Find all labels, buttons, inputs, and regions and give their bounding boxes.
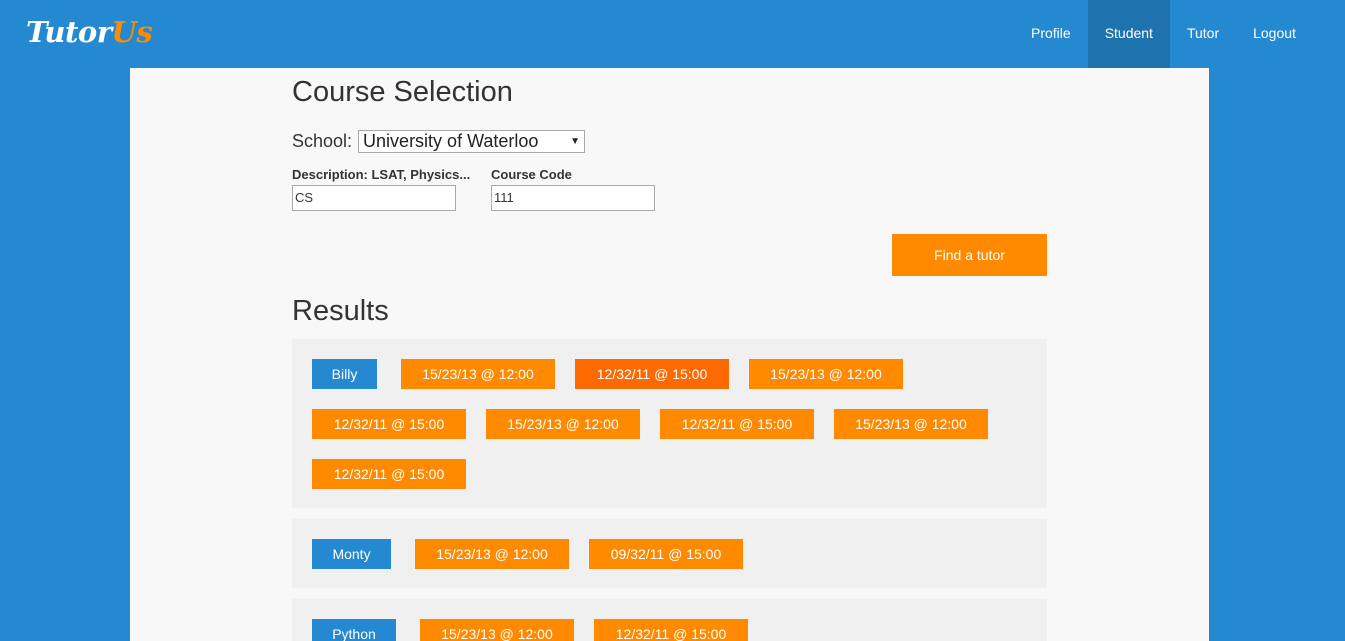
time-slot-button[interactable]: 15/23/13 @ 12:00 (415, 539, 569, 569)
nav-tutor[interactable]: Tutor (1170, 0, 1236, 68)
nav-logout[interactable]: Logout (1236, 0, 1313, 68)
time-slot-button[interactable]: 12/32/11 @ 15:00 (312, 409, 466, 439)
tutor-name-button[interactable]: Billy (312, 359, 377, 389)
tutor-name-button[interactable]: Monty (312, 539, 391, 569)
result-card-python: Python 15/23/13 @ 12:00 12/32/11 @ 15:00 (292, 599, 1047, 641)
main-panel: Course Selection School: University of W… (130, 68, 1209, 641)
course-selection-title: Course Selection (292, 76, 513, 108)
top-navbar: TutorUs Profile Student Tutor Logout (0, 0, 1345, 68)
time-slot-button[interactable]: 15/23/13 @ 12:00 (420, 619, 574, 641)
time-slot-button[interactable]: 12/32/11 @ 15:00 (312, 459, 466, 489)
logo-text-us: Us (111, 15, 153, 49)
result-card-monty: Monty 15/23/13 @ 12:00 09/32/11 @ 15:00 (292, 519, 1047, 588)
nav-student[interactable]: Student (1087, 0, 1170, 68)
caret-down-icon: ▼ (570, 136, 581, 147)
time-slot-button[interactable]: 15/23/13 @ 12:00 (834, 409, 988, 439)
course-code-label: Course Code (491, 167, 572, 182)
time-slot-button[interactable]: 15/23/13 @ 12:00 (401, 359, 555, 389)
results-title: Results (292, 295, 389, 327)
school-select[interactable]: University of Waterloo ▼ (358, 130, 586, 153)
time-slot-button[interactable]: 15/23/13 @ 12:00 (486, 409, 640, 439)
time-slot-button[interactable]: 12/32/11 @ 15:00 (660, 409, 814, 439)
time-slot-button[interactable]: 15/23/13 @ 12:00 (749, 359, 903, 389)
description-input[interactable]: CS (292, 185, 456, 211)
school-row: School: University of Waterloo ▼ (292, 130, 586, 153)
description-label: Description: LSAT, Physics... (292, 167, 471, 182)
result-card-billy: Billy 15/23/13 @ 12:00 12/32/11 @ 15:00 … (292, 339, 1047, 508)
school-label: School: (292, 131, 353, 151)
nav-profile[interactable]: Profile (1014, 0, 1088, 68)
course-code-input[interactable]: 111 (491, 185, 655, 211)
logo-text-tutor: Tutor (26, 15, 112, 49)
time-slot-button[interactable]: 09/32/11 @ 15:00 (589, 539, 743, 569)
time-slot-button[interactable]: 12/32/11 @ 15:00 (575, 359, 729, 389)
main-nav: Profile Student Tutor Logout (1014, 0, 1313, 68)
find-tutor-button[interactable]: Find a tutor (892, 234, 1047, 276)
school-select-value: University of Waterloo (363, 131, 539, 151)
tutor-name-button[interactable]: Python (312, 619, 396, 641)
tutorus-logo[interactable]: TutorUs (26, 14, 153, 50)
time-slot-button[interactable]: 12/32/11 @ 15:00 (594, 619, 748, 641)
